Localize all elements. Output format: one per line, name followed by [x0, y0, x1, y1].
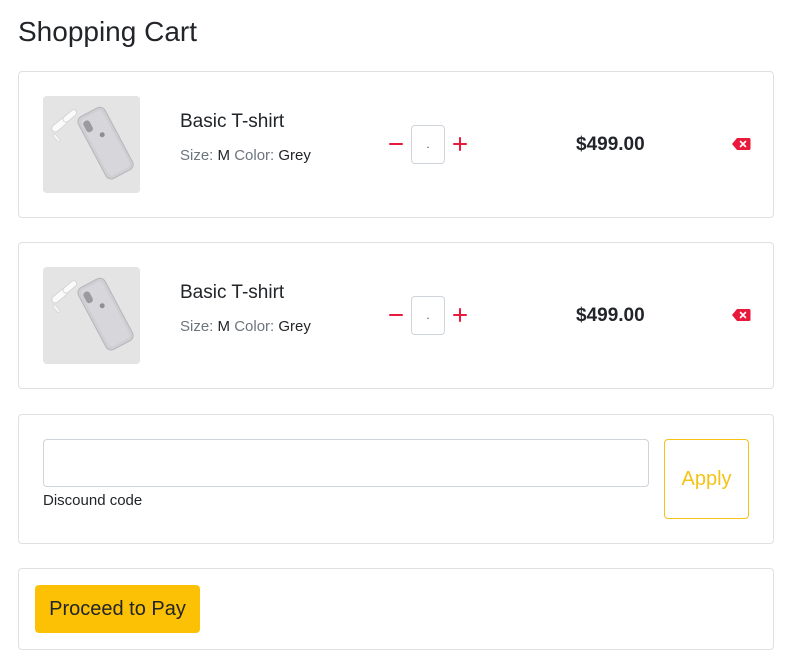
proceed-to-pay-button[interactable]: Proceed to Pay: [35, 585, 200, 633]
discount-code-label: Discound code: [43, 492, 143, 509]
product-options: Size: M Color: Grey: [180, 317, 311, 337]
item-price: $499.00: [576, 305, 645, 326]
color-value: Grey: [278, 147, 311, 164]
product-options: Size: M Color: Grey: [180, 146, 311, 166]
item-price: $499.00: [576, 134, 645, 155]
quantity-input[interactable]: [411, 124, 445, 164]
size-label: Size:: [180, 147, 214, 164]
product-name: Basic T-shirt: [180, 111, 285, 132]
quantity-input[interactable]: [411, 295, 445, 335]
shopping-cart-page: Shopping Cart Basic T-shirt Size: M Colo…: [0, 0, 794, 666]
color-label: Color:: [234, 318, 275, 335]
quantity-stepper: [385, 124, 471, 164]
size-label: Size:: [180, 318, 214, 335]
page-title: Shopping Cart: [18, 16, 198, 47]
cart-item: Basic T-shirt Size: M Color: Grey $499.0…: [18, 71, 774, 218]
color-label: Color:: [234, 147, 275, 164]
minus-icon[interactable]: [385, 133, 407, 155]
backspace-delete-icon[interactable]: [731, 137, 751, 151]
size-value: M: [217, 318, 231, 335]
color-value: Grey: [278, 318, 311, 335]
backspace-delete-icon[interactable]: [731, 308, 751, 322]
plus-icon[interactable]: [449, 304, 471, 326]
checkout-section: Proceed to Pay: [18, 568, 774, 650]
minus-icon[interactable]: [385, 304, 407, 326]
plus-icon[interactable]: [449, 133, 471, 155]
discount-code-input[interactable]: [43, 439, 649, 487]
product-image: [43, 96, 140, 193]
discount-section: Discound code Apply: [18, 414, 774, 544]
quantity-stepper: [385, 295, 471, 335]
apply-button[interactable]: Apply: [664, 439, 749, 519]
product-image: [43, 267, 140, 364]
product-name: Basic T-shirt: [180, 282, 285, 303]
cart-item: Basic T-shirt Size: M Color: Grey $499.0…: [18, 242, 774, 389]
size-value: M: [217, 147, 231, 164]
